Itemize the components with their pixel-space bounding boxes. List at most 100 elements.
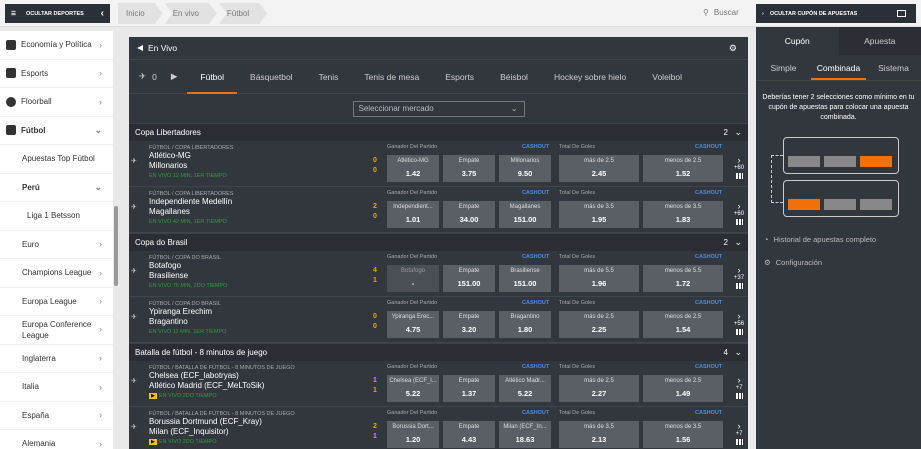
tab-sistema[interactable]: Sistema — [866, 55, 921, 80]
away-team[interactable]: Magallanes — [149, 207, 389, 217]
market-select[interactable]: Seleccionar mercado ⌄ — [352, 100, 525, 117]
competition-header[interactable]: Copa Libertadores 2 ⌄ — [129, 123, 748, 141]
more-markets-button[interactable]: › +56 — [732, 311, 746, 335]
breadcrumb-inicio[interactable]: Inicio — [118, 3, 163, 24]
odd-over-button[interactable]: más de 2.5 2.25 — [559, 311, 639, 338]
odd-home-button[interactable]: Chelsea (ECF_l... 5.22 — [387, 375, 439, 402]
odd-under-button[interactable]: menos de 3.5 1.56 — [643, 421, 723, 448]
pin-icon[interactable]: ✈ — [129, 71, 152, 82]
odd-draw-button[interactable]: Empate 3.75 — [443, 155, 495, 182]
tab-beisbol[interactable]: Béisbol — [487, 60, 541, 94]
home-team[interactable]: Borussia Dortmund (ECF_Kray) — [149, 417, 389, 427]
video-icon[interactable]: ▶ — [171, 71, 188, 82]
odd-home-button[interactable]: Borussia Dort... 1.20 — [387, 421, 439, 448]
odd-under-button[interactable]: menos de 3.5 1.83 — [643, 201, 723, 228]
breadcrumb-futbol[interactable]: Fútbol — [219, 3, 267, 24]
odd-over-button[interactable]: más de 2.5 2.45 — [559, 155, 639, 182]
odd-home-button[interactable]: Independient... 1.01 — [387, 201, 439, 228]
odd-draw-button[interactable]: Empate 151.00 — [443, 265, 495, 292]
sidebar-item-economia[interactable]: Economía y Política › — [0, 31, 113, 60]
gear-icon[interactable]: ⚙ — [729, 43, 737, 54]
tab-tenis-de-mesa[interactable]: Tenis de mesa — [351, 60, 432, 94]
more-markets-button[interactable]: › +37 — [732, 265, 746, 289]
more-markets-button[interactable]: › +7 — [732, 375, 746, 399]
sidebar-item-apuestas-top[interactable]: Apuestas Top Fútbol — [0, 145, 113, 174]
away-team[interactable]: Atlético Madrid (ECF_MeLToSik) — [149, 381, 389, 391]
tab-tenis[interactable]: Tenis — [306, 60, 352, 94]
sidebar-item-inglaterra[interactable]: Inglaterra › — [0, 345, 113, 373]
odd-away-button[interactable]: Atlético Madr... 5.22 — [499, 375, 551, 402]
tab-combinada[interactable]: Combinada — [811, 55, 866, 80]
competition-header[interactable]: Batalla de fútbol - 8 minutos de juego 4 ⌄ — [129, 343, 748, 361]
sidebar-item-peru[interactable]: Perú ⌄ — [0, 174, 113, 202]
sidebar-scrollbar[interactable] — [114, 206, 118, 286]
settings-link[interactable]: ⚙ Configuración — [764, 258, 822, 267]
match-row: ✈ FÚTBOL / COPA DO BRASIL Ypiranga Erechim… — [129, 297, 748, 343]
odd-over-button[interactable]: más de 2.5 2.27 — [559, 375, 639, 402]
more-markets-button[interactable]: › +60 — [732, 201, 746, 225]
bet-history-link[interactable]: ◔ Historial de apuestas completo — [764, 235, 876, 244]
odd-over-button[interactable]: más de 3.5 1.95 — [559, 201, 639, 228]
odd-under-button[interactable]: menos de 2.5 1.52 — [643, 155, 723, 182]
sidebar-item-champions[interactable]: Champions League › — [0, 259, 113, 288]
tab-basquetbol[interactable]: Básquetbol — [237, 60, 306, 94]
odd-away-button[interactable]: Milan (ECF_In... 18.63 — [499, 421, 551, 448]
odd-home-button[interactable]: Botafogo - — [387, 265, 439, 292]
odd-draw-button[interactable]: Empate 3.20 — [443, 311, 495, 338]
sidebar-item-conference[interactable]: Europa Conference League › — [0, 316, 113, 345]
home-team[interactable]: Chelsea (ECF_labotryas) — [149, 371, 389, 381]
tab-esports[interactable]: Esports — [432, 60, 487, 94]
sidebar-item-espana[interactable]: España › — [0, 402, 113, 430]
favorites-count: 0 — [152, 71, 157, 82]
away-team[interactable]: Milan (ECF_Inquisitor) — [149, 427, 389, 437]
odd-away-button[interactable]: Millonarios 9.50 — [499, 155, 551, 182]
odd-under-button[interactable]: menos de 2.5 1.54 — [643, 311, 723, 338]
tab-hockey[interactable]: Hockey sobre hielo — [541, 60, 639, 94]
odd-away-button[interactable]: Bragantino 1.80 — [499, 311, 551, 338]
away-team[interactable]: Millonarios — [149, 161, 389, 171]
pin-icon[interactable]: ✈ — [131, 377, 137, 385]
odd-away-button[interactable]: Magallanes 151.00 — [499, 201, 551, 228]
away-team[interactable]: Bragantino — [149, 317, 389, 327]
odd-under-button[interactable]: menos de 5.5 1.72 — [643, 265, 723, 292]
tab-voleibol[interactable]: Voleibol — [639, 60, 695, 94]
sidebar-item-euro[interactable]: Euro › — [0, 231, 113, 259]
pin-icon[interactable]: ✈ — [131, 423, 137, 431]
odd-draw-button[interactable]: Empate 1.37 — [443, 375, 495, 402]
tab-cupon[interactable]: Cupón — [756, 27, 839, 55]
pin-icon[interactable]: ✈ — [131, 313, 137, 321]
sidebar-item-europa-league[interactable]: Europa League › — [0, 288, 113, 316]
odd-over-button[interactable]: más de 3.5 2.13 — [559, 421, 639, 448]
odd-draw-button[interactable]: Empate 4.43 — [443, 421, 495, 448]
pin-icon[interactable]: ✈ — [131, 203, 137, 211]
odd-home-button[interactable]: Atlético-MG 1.42 — [387, 155, 439, 182]
more-markets-button[interactable]: › +7 — [732, 421, 746, 445]
odd-over-button[interactable]: más de 5.5 1.96 — [559, 265, 639, 292]
hide-coupon-button[interactable]: › OCULTAR CUPÓN DE APUESTAS — [756, 4, 916, 23]
sidebar-item-liga1[interactable]: Liga 1 Betsson — [0, 202, 113, 231]
home-team[interactable]: Ypiranga Erechim — [149, 307, 389, 317]
odd-draw-button[interactable]: Empate 34.00 — [443, 201, 495, 228]
sidebar-item-italia[interactable]: Italia › — [0, 373, 113, 402]
odd-home-button[interactable]: Ypiranga Erec... 4.75 — [387, 311, 439, 338]
tab-simple[interactable]: Simple — [756, 55, 811, 80]
odd-away-button[interactable]: Brasiliense 151.00 — [499, 265, 551, 292]
away-team[interactable]: Brasiliense — [149, 271, 389, 281]
pin-icon[interactable]: ✈ — [131, 157, 137, 165]
hide-sports-button[interactable]: ☰ OCULTAR DEPORTES ‹ — [5, 4, 110, 23]
breadcrumb-en-vivo[interactable]: En vivo — [165, 3, 217, 24]
sidebar-item-esports[interactable]: Esports › — [0, 60, 113, 88]
sidebar-item-floorball[interactable]: Floorball › — [0, 88, 113, 117]
home-team[interactable]: Independiente Medellín — [149, 197, 389, 207]
home-team[interactable]: Atlético-MG — [149, 151, 389, 161]
odd-under-button[interactable]: menos de 2.5 1.49 — [643, 375, 723, 402]
pin-icon[interactable]: ✈ — [131, 267, 137, 275]
tab-apuesta[interactable]: Apuesta — [838, 27, 921, 55]
sidebar-item-alemania[interactable]: Alemania › — [0, 430, 113, 449]
competition-header[interactable]: Copa do Brasil 2 ⌄ — [129, 233, 748, 251]
search-button[interactable]: ⚲ Buscar — [703, 8, 739, 17]
home-team[interactable]: Botafogo — [149, 261, 389, 271]
tab-futbol[interactable]: Fútbol — [187, 60, 238, 94]
sidebar-item-futbol[interactable]: Fútbol ⌄ — [0, 117, 113, 145]
more-markets-button[interactable]: › +60 — [732, 155, 746, 179]
